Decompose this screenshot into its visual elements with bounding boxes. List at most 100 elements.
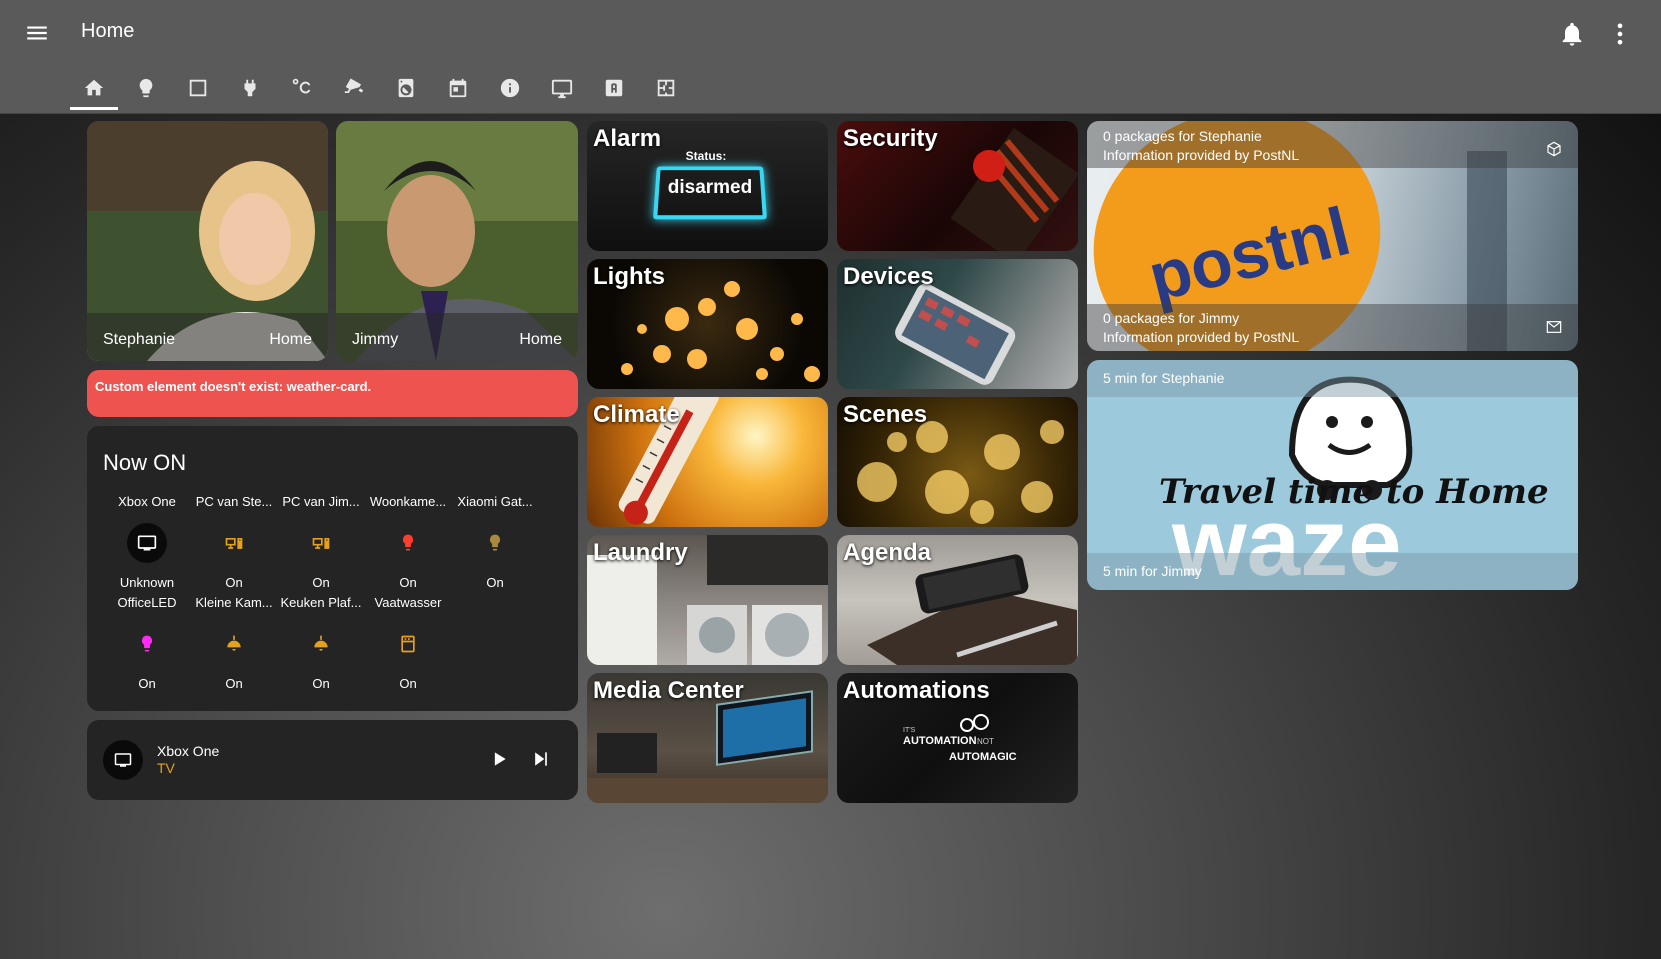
tile-climate[interactable]: Climate: [587, 397, 828, 527]
entity-button[interactable]: PC van Jim... On: [275, 494, 367, 590]
entity-name: Kleine Kam...: [195, 595, 273, 610]
person-name: Stephanie: [103, 331, 176, 348]
postnl-line: Information provided by PostNL: [1103, 147, 1300, 163]
tab-power[interactable]: [224, 66, 276, 110]
more-vert-icon[interactable]: [1606, 20, 1634, 48]
postnl-row-jimmy: 0 packages for Jimmy Information provide…: [1087, 304, 1578, 351]
entity-name: Vaatwasser: [374, 595, 442, 610]
tile-agenda[interactable]: Agenda: [837, 535, 1078, 665]
travel-time: 5 min for Stephanie: [1103, 370, 1225, 386]
menu-icon[interactable]: [24, 20, 50, 46]
cctv-icon: [344, 78, 364, 94]
tile-label: Alarm: [593, 125, 662, 152]
package-icon[interactable]: [1546, 141, 1562, 157]
tab-agenda[interactable]: [432, 66, 484, 110]
postnl-line: Information provided by PostNL: [1103, 329, 1300, 345]
app-toolbar: Home: [0, 0, 1661, 114]
media-player-name: Xbox One: [157, 743, 220, 759]
television-icon: [127, 523, 167, 563]
entity-button[interactable]: OfficeLED On: [101, 595, 193, 691]
information-icon: [500, 78, 520, 98]
tile-label: Devices: [843, 263, 934, 290]
washing-machine-icon: [398, 78, 414, 98]
tab-floorplan[interactable]: [640, 66, 692, 110]
postnl-line: 0 packages for Stephanie: [1103, 128, 1262, 144]
entity-state: On: [399, 575, 417, 590]
tab-cameras[interactable]: [328, 66, 380, 110]
tab-info[interactable]: [484, 66, 536, 110]
desktop-tower-monitor-icon: [214, 523, 254, 563]
entity-button[interactable]: Xiaomi Gat... On: [449, 494, 541, 590]
tile-security[interactable]: Security: [837, 121, 1078, 251]
tab-home[interactable]: [68, 66, 120, 110]
dishwasher-icon: [388, 624, 428, 664]
television-icon[interactable]: [103, 740, 143, 780]
tile-alarm[interactable]: Status: disarmed Alarm: [587, 121, 828, 251]
card-title: Now ON: [103, 450, 187, 475]
waze-bar-stephanie: 5 min for Stephanie: [1087, 360, 1578, 397]
tile-label: Automations: [843, 677, 990, 704]
tile-laundry[interactable]: Laundry: [587, 535, 828, 665]
alpha-a-box-icon: [605, 79, 623, 97]
postnl-card: postnl 0 packages for Stephanie Informat…: [1087, 121, 1578, 351]
entity-button[interactable]: Woonkame... On: [362, 494, 454, 590]
notification-bell-icon[interactable]: [1558, 20, 1586, 48]
error-card: Custom element doesn't exist: weather-ca…: [87, 370, 578, 417]
monitor-icon: [551, 79, 573, 99]
entity-state: On: [138, 676, 156, 691]
lightbulb-icon: [475, 523, 515, 563]
ceiling-light-icon: [301, 624, 341, 664]
entity-name: Xiaomi Gat...: [457, 494, 533, 509]
waze-headline: Travel time to Home: [1159, 472, 1549, 512]
entity-name: Keuken Plaf...: [280, 595, 362, 610]
tile-automations[interactable]: IT'S AUTOMATION NOT AUTOMAGIC Automation…: [837, 673, 1078, 803]
page-title: Home: [81, 20, 135, 42]
tab-media[interactable]: [536, 66, 588, 110]
entity-name: OfficeLED: [117, 595, 177, 610]
tab-switches[interactable]: [172, 66, 224, 110]
person-card-jimmy[interactable]: Jimmy Home: [336, 121, 578, 361]
postnl-line: 0 packages for Jimmy: [1103, 310, 1240, 326]
tab-lights[interactable]: [120, 66, 172, 110]
tab-climate[interactable]: [276, 66, 328, 110]
tab-automations[interactable]: [588, 66, 640, 110]
alarm-status-label: Status:: [685, 149, 727, 163]
travel-time: 5 min for Jimmy: [1103, 563, 1202, 579]
entity-state: On: [225, 676, 243, 691]
tile-devices[interactable]: Devices: [837, 259, 1078, 389]
alarm-status: disarmed: [667, 177, 753, 198]
media-player-card: Xbox One TV: [87, 720, 578, 800]
mail-icon[interactable]: [1546, 320, 1562, 334]
tab-laundry[interactable]: [380, 66, 432, 110]
person-state: Home: [519, 331, 562, 348]
tile-scenes[interactable]: Scenes: [837, 397, 1078, 527]
play-button[interactable]: [489, 749, 509, 769]
square-outline-icon: [189, 79, 207, 97]
tile-media-center[interactable]: Media Center: [587, 673, 828, 803]
tile-lights[interactable]: Lights: [587, 259, 828, 389]
lightbulb-icon: [127, 624, 167, 664]
power-plug-icon: [244, 79, 256, 97]
ceiling-light-icon: [214, 624, 254, 664]
tile-label: Climate: [593, 401, 680, 428]
entity-state: On: [225, 575, 243, 590]
next-track-button[interactable]: [531, 749, 551, 769]
entity-name: PC van Ste...: [195, 494, 273, 509]
entity-state: On: [399, 676, 417, 691]
entity-state: On: [312, 676, 330, 691]
postnl-row-stephanie: 0 packages for Stephanie Information pro…: [1087, 121, 1578, 168]
automation-caption-end: AUTOMAGIC: [949, 751, 1017, 763]
entity-button[interactable]: Xbox One Unknown: [101, 494, 193, 590]
person-name: Jimmy: [352, 331, 399, 348]
floor-plan-icon: [657, 79, 675, 97]
person-state: Home: [269, 331, 312, 348]
tile-label: Scenes: [843, 401, 928, 428]
entity-button[interactable]: Vaatwasser On: [362, 595, 454, 691]
entity-button[interactable]: Keuken Plaf... On: [275, 595, 367, 691]
person-card-stephanie[interactable]: Stephanie Home: [87, 121, 328, 361]
entity-button[interactable]: Kleine Kam... On: [188, 595, 280, 691]
person-label-bar: Stephanie Home: [87, 313, 328, 361]
home-icon: [84, 79, 104, 96]
tile-label: Media Center: [593, 677, 744, 704]
entity-button[interactable]: PC van Ste... On: [188, 494, 280, 590]
